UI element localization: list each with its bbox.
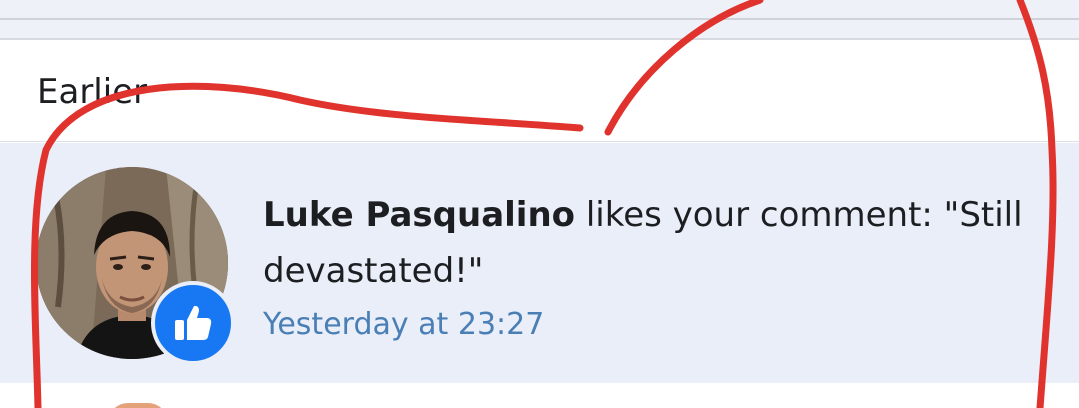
section-header: Earlier — [0, 40, 1079, 142]
like-reaction-badge — [151, 281, 235, 365]
timestamp: Yesterday at 23:27 — [263, 307, 545, 342]
top-divider-strip — [0, 0, 1079, 40]
avatar — [108, 403, 168, 408]
notification-item[interactable]: Luke Pasqualino likes your comment: "Sti… — [0, 143, 1079, 383]
notification-text: Luke Pasqualino likes your comment: "Sti… — [263, 187, 1053, 299]
divider-line — [0, 18, 1079, 20]
next-notification-peek[interactable] — [0, 383, 1079, 408]
section-title: Earlier — [37, 72, 148, 112]
thumbs-up-icon — [175, 305, 212, 340]
actor-name[interactable]: Luke Pasqualino — [263, 195, 575, 235]
